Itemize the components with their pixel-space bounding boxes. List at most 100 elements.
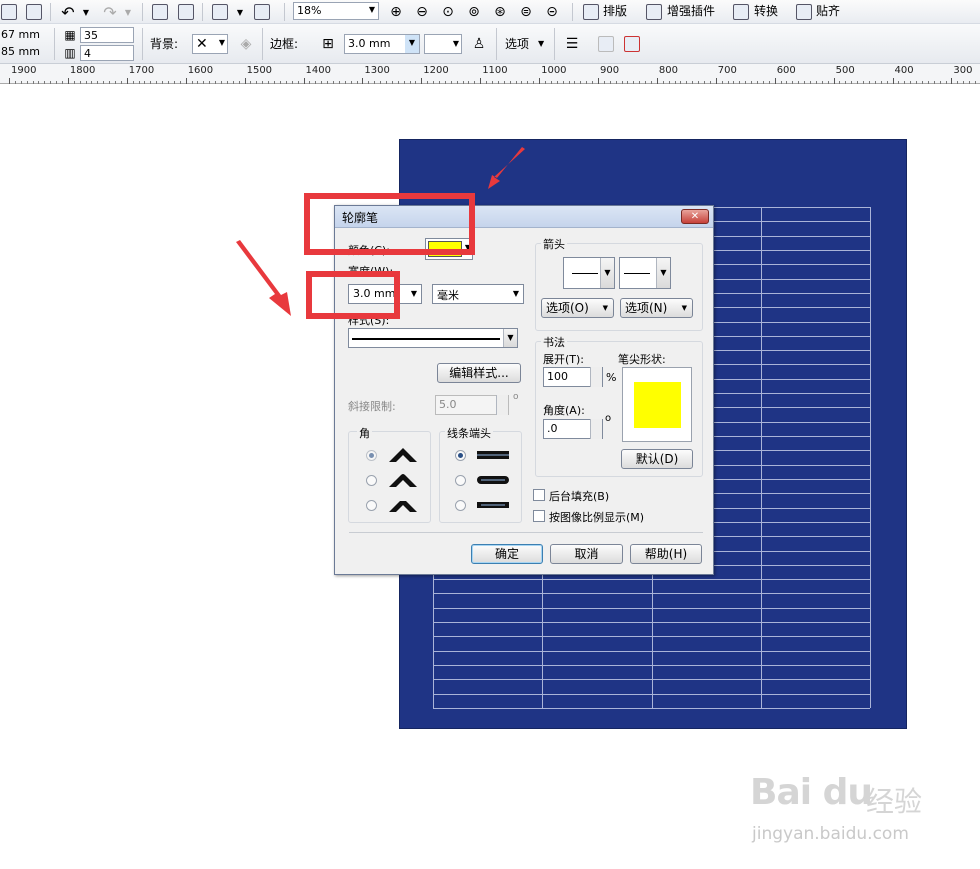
new-doc-icon[interactable] xyxy=(0,2,18,22)
zoom-in-icon[interactable]: ⊕ xyxy=(386,2,406,22)
miter-limit-field: 5.0 xyxy=(435,395,509,415)
plugins-icon[interactable] xyxy=(645,2,663,22)
border-select-icon[interactable]: ⊞ xyxy=(318,34,338,54)
split-cells-icon[interactable] xyxy=(622,34,642,54)
convert-menu[interactable]: 转换 xyxy=(754,3,778,19)
cancel-button[interactable]: 取消 xyxy=(550,544,623,564)
miter-spinner xyxy=(496,395,508,415)
table-columns-field[interactable]: 4 xyxy=(80,45,134,61)
corner-bevel-radio[interactable] xyxy=(366,500,377,511)
zoom-out-icon[interactable]: ⊖ xyxy=(412,2,432,22)
ruler-label: 800 xyxy=(658,65,678,76)
standard-toolbar: ↶ ▼ ↷ ▼ ▼ 18% ▼ ⊕ ⊖ ⊙ ⊚ ⊛ ⊜ ⊝ 排版 增强插件 转换 … xyxy=(0,0,980,24)
ruler-label: 900 xyxy=(600,65,620,76)
ruler-label: 600 xyxy=(776,65,796,76)
zoom-selected-icon[interactable]: ⊙ xyxy=(438,2,458,22)
close-icon[interactable]: ✕ xyxy=(681,209,709,224)
publish-dropdown-icon[interactable]: ▼ xyxy=(234,2,246,22)
ok-button[interactable]: 确定 xyxy=(471,544,543,564)
arrow-options-left-button[interactable]: 选项(O) ▼ xyxy=(541,298,614,318)
miter-corner-icon xyxy=(389,448,417,462)
stretch-label: 展开(T): xyxy=(543,353,585,366)
ruler-label: 1400 xyxy=(305,65,331,76)
butt-cap-icon xyxy=(477,451,509,459)
plugins-menu[interactable]: 增强插件 xyxy=(667,3,715,19)
watermark-url: jingyan.baidu.com xyxy=(752,824,909,844)
layout-menu[interactable]: 排版 xyxy=(603,3,627,19)
object-width-field[interactable]: 67 mm xyxy=(0,27,44,43)
miter-degree-symbol: o xyxy=(513,392,519,402)
start-arrow-dropdown-icon: ▼ xyxy=(600,258,614,288)
scale-with-image-label: 按图像比例显示(M) xyxy=(549,511,645,524)
rows-icon: ▦ xyxy=(64,28,76,42)
table-rows-field[interactable]: 35 xyxy=(80,27,134,43)
pen-icon[interactable]: ♙ xyxy=(470,34,488,54)
arrow-options-right-button[interactable]: 选项(N) ▼ xyxy=(620,298,693,318)
round-corner-icon xyxy=(389,474,417,487)
width-highlight-box xyxy=(306,271,400,319)
snap-menu[interactable]: 贴齐 xyxy=(816,3,840,19)
unit-combo[interactable]: 毫米 ▼ xyxy=(432,284,524,304)
stretch-spinner[interactable] xyxy=(590,367,602,387)
solid-line-preview xyxy=(352,338,500,340)
linecap-square-radio[interactable] xyxy=(455,500,466,511)
undo-dropdown-icon[interactable]: ▼ xyxy=(80,2,92,22)
watermark-brand: Bai du xyxy=(750,772,873,813)
zoom-all-icon[interactable]: ⊚ xyxy=(464,2,484,22)
angle-field[interactable]: .0 xyxy=(543,419,603,439)
corner-miter-radio[interactable] xyxy=(366,450,377,461)
behind-fill-checkbox[interactable] xyxy=(533,489,545,501)
layout-icon[interactable] xyxy=(582,2,600,22)
text-wrap-icon[interactable]: ☰ xyxy=(562,34,582,54)
start-arrow-combo[interactable]: ▼ xyxy=(563,257,615,289)
linecap-round-radio[interactable] xyxy=(455,475,466,486)
options-dropdown[interactable]: 选项 xyxy=(505,36,529,52)
export-icon[interactable] xyxy=(176,2,196,22)
angle-degree-symbol: o xyxy=(605,413,612,424)
zoom-width-icon[interactable]: ⊜ xyxy=(516,2,536,22)
angle-spinner[interactable] xyxy=(590,419,602,439)
calligraphy-group-label: 书法 xyxy=(541,334,567,350)
border-color-picker[interactable]: ▼ xyxy=(424,34,462,54)
convert-icon[interactable] xyxy=(732,2,750,22)
table-columns-value: 4 xyxy=(84,47,91,60)
style-dropdown-icon: ▼ xyxy=(503,329,517,347)
ruler-label: 1600 xyxy=(187,65,214,76)
snap-icon[interactable] xyxy=(795,2,813,22)
line-style-combo[interactable]: ▼ xyxy=(348,328,518,348)
linecap-butt-radio[interactable] xyxy=(455,450,466,461)
undo-icon[interactable]: ↶ xyxy=(58,2,78,22)
paste-icon[interactable] xyxy=(24,2,44,22)
default-button[interactable]: 默认(D) xyxy=(621,449,693,469)
end-arrow-combo[interactable]: ▼ xyxy=(619,257,671,289)
corner-round-radio[interactable] xyxy=(366,475,377,486)
publish-icon[interactable] xyxy=(210,2,230,22)
checklist-icon[interactable] xyxy=(252,2,272,22)
behind-fill-label: 后台填充(B) xyxy=(549,490,610,503)
border-width-field[interactable]: 3.0 mm ▼ xyxy=(344,34,420,54)
help-button[interactable]: 帮助(H) xyxy=(630,544,702,564)
stretch-field[interactable]: 100 xyxy=(543,367,603,387)
zoom-page-icon[interactable]: ⊛ xyxy=(490,2,510,22)
zoom-height-icon[interactable]: ⊝ xyxy=(542,2,562,22)
corner-group-label: 角 xyxy=(357,425,372,441)
ruler-label: 1900 xyxy=(11,65,37,76)
zoom-level-field[interactable]: 18% ▼ xyxy=(293,2,379,20)
table-row-line xyxy=(433,708,870,709)
fill-bucket-icon: ◈ xyxy=(240,36,252,52)
options-dropdown-icon[interactable]: ▼ xyxy=(538,36,544,52)
outline-pen-dialog: 轮廓笔 ✕ 颜色(C): ▼ 宽度(W): 3.0 mm ▼ 毫米 ▼ 样式(S… xyxy=(334,205,714,575)
nib-shape-label: 笔尖形状: xyxy=(618,353,666,366)
linecap-group-label: 线条端头 xyxy=(445,425,493,441)
object-height-field[interactable]: 85 mm xyxy=(0,44,44,60)
zoom-level-value: 18% xyxy=(297,4,322,17)
object-width-value: 67 mm xyxy=(1,28,40,41)
nib-shape-preview[interactable] xyxy=(622,367,692,442)
edit-style-button[interactable]: 编辑样式... xyxy=(437,363,521,383)
scale-with-image-checkbox[interactable] xyxy=(533,510,545,522)
background-color-picker[interactable]: ✕ ▼ xyxy=(192,34,228,54)
object-height-value: 85 mm xyxy=(1,45,40,58)
import-icon[interactable] xyxy=(150,2,170,22)
merge-cells-icon xyxy=(596,34,616,54)
miter-limit-label: 斜接限制: xyxy=(348,400,396,413)
